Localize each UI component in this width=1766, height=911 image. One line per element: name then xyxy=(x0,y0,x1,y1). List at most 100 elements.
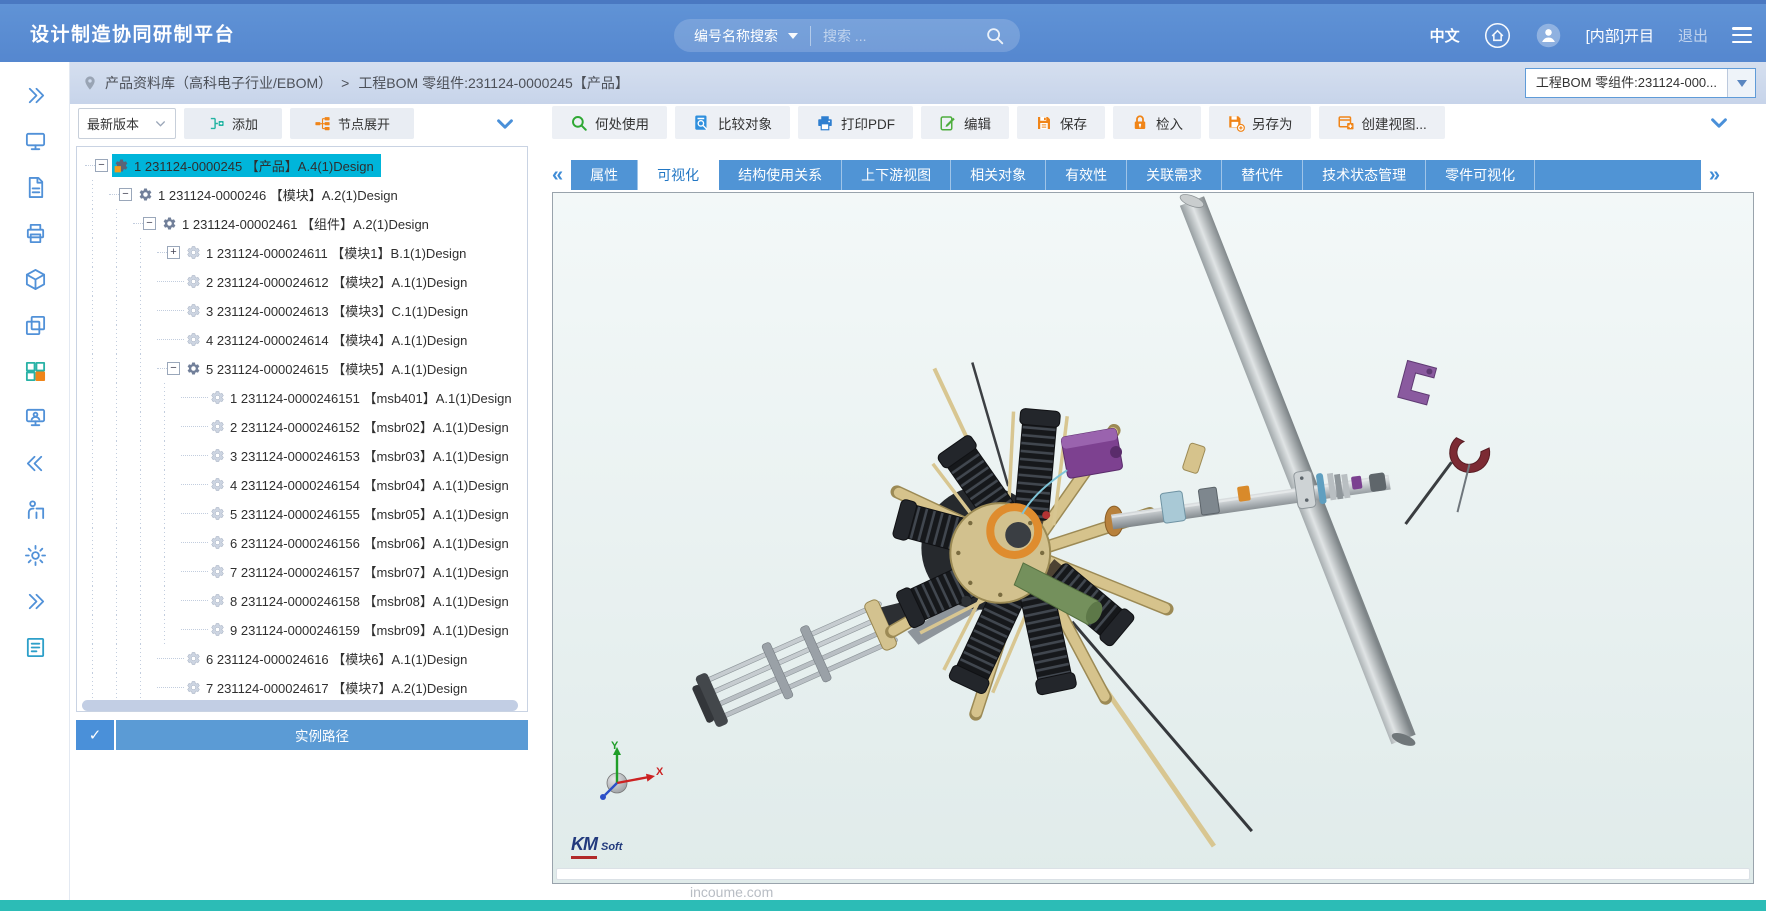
chevrons-left-icon[interactable] xyxy=(0,440,70,486)
where-used-button[interactable]: 何处使用 xyxy=(552,106,667,139)
tree-node-content[interactable]: 2 231124-000024612 【模块2】A.1(1)Design xyxy=(184,270,474,293)
tree-node[interactable]: 5 231124-0000246155 【msbr05】A.1(1)Design xyxy=(77,499,527,528)
tree-node[interactable]: −1 231124-00002461 【组件】A.2(1)Design xyxy=(77,209,527,238)
screen-share-icon[interactable] xyxy=(0,394,70,440)
tree-node[interactable]: −1 231124-0000246 【模块】A.2(1)Design xyxy=(77,180,527,209)
tree-node-content[interactable]: 1 231124-000024611 【模块1】B.1(1)Design xyxy=(184,241,473,264)
tab-part-visualization[interactable]: 零件可视化 xyxy=(1426,160,1535,190)
copy-icon[interactable] xyxy=(0,302,70,348)
edit-button[interactable]: 编辑 xyxy=(921,106,1009,139)
tree-node-content[interactable]: 1 231124-00002461 【组件】A.2(1)Design xyxy=(160,212,436,235)
tab-technical-state-management[interactable]: 技术状态管理 xyxy=(1303,160,1426,190)
tree-node-content[interactable]: 7 231124-000024617 【模块7】A.2(1)Design xyxy=(184,676,474,699)
tab-upstream-downstream-view[interactable]: 上下游视图 xyxy=(842,160,951,190)
add-button[interactable]: 添加 xyxy=(184,108,282,139)
user-icon[interactable] xyxy=(1535,22,1562,49)
breadcrumb-current[interactable]: 工程BOM 零组件:231124-0000245【产品】 xyxy=(358,73,629,93)
check-in-button[interactable]: 检入 xyxy=(1113,106,1201,139)
3d-model-canvas[interactable] xyxy=(553,193,1753,883)
chevrons-right-icon[interactable] xyxy=(0,72,70,118)
search-icon[interactable] xyxy=(984,25,1006,47)
tree-horizontal-scrollbar[interactable] xyxy=(82,700,518,711)
tree-node-content[interactable]: 1 231124-0000246151 【msb401】A.1(1)Design xyxy=(208,386,519,409)
tree-node[interactable]: 3 231124-000024613 【模块3】C.1(1)Design xyxy=(77,296,527,325)
instance-path-header[interactable]: 实例路径 xyxy=(116,720,528,750)
current-user[interactable]: [内部]开目 xyxy=(1586,25,1654,46)
tab-substitute-parts[interactable]: 替代件 xyxy=(1222,160,1303,190)
tree-node-content[interactable]: 7 231124-0000246157 【msbr07】A.1(1)Design xyxy=(208,560,516,583)
cube-icon[interactable] xyxy=(0,256,70,302)
tree-node-content[interactable]: 1 231124-0000245 【产品】A.4(1)Design xyxy=(112,154,381,177)
tree-node[interactable]: 1 231124-0000246151 【msb401】A.1(1)Design xyxy=(77,383,527,412)
collapse-node-icon[interactable]: − xyxy=(95,159,108,172)
document-icon[interactable] xyxy=(0,164,70,210)
chevrons-right-2-icon[interactable] xyxy=(0,578,70,624)
tree-node-content[interactable]: 3 231124-000024613 【模块3】C.1(1)Design xyxy=(184,299,475,322)
tab-scroll-left-icon[interactable]: « xyxy=(552,160,563,190)
tree-node[interactable]: 8 231124-0000246158 【msbr08】A.1(1)Design xyxy=(77,586,527,615)
tree-node-content[interactable]: 1 231124-0000246 【模块】A.2(1)Design xyxy=(136,183,405,206)
save-button[interactable]: 保存 xyxy=(1017,106,1105,139)
tree-node[interactable]: −1 231124-0000245 【产品】A.4(1)Design xyxy=(77,151,527,180)
monitor-icon[interactable] xyxy=(0,118,70,164)
printer-icon[interactable] xyxy=(0,210,70,256)
menu-icon[interactable] xyxy=(1732,27,1752,43)
collapse-node-icon[interactable]: − xyxy=(119,188,132,201)
tree-node[interactable]: 6 231124-000024616 【模块6】A.1(1)Design xyxy=(77,644,527,673)
home-icon[interactable] xyxy=(1484,22,1511,49)
tab-scroll-right-icon[interactable]: » xyxy=(1709,160,1720,190)
save-as-button[interactable]: 另存为 xyxy=(1209,106,1311,139)
tree-node-content[interactable]: 6 231124-000024616 【模块6】A.1(1)Design xyxy=(184,647,474,670)
tree-node[interactable]: +1 231124-000024611 【模块1】B.1(1)Design xyxy=(77,238,527,267)
search-category-select[interactable]: 编号名称搜索 xyxy=(674,26,778,46)
language-button[interactable]: 中文 xyxy=(1430,25,1460,46)
viewer-horizontal-scrollbar[interactable] xyxy=(556,868,1750,880)
version-select[interactable]: 最新版本 xyxy=(78,108,176,139)
compare-object-button[interactable]: 比较对象 xyxy=(675,106,790,139)
tree-node[interactable]: −5 231124-000024615 【模块5】A.1(1)Design xyxy=(77,354,527,383)
toolbar-more-chevron[interactable] xyxy=(1708,112,1730,134)
dashboard-icon[interactable] xyxy=(0,348,70,394)
tree-node-content[interactable]: 6 231124-0000246156 【msbr06】A.1(1)Design xyxy=(208,531,516,554)
tree-node[interactable]: 7 231124-0000246157 【msbr07】A.1(1)Design xyxy=(77,557,527,586)
tab-visualization[interactable]: 可视化 xyxy=(638,160,719,190)
gear-icon[interactable] xyxy=(0,532,70,578)
tab-properties[interactable]: 属性 xyxy=(571,160,638,190)
tree-node[interactable]: 9 231124-0000246159 【msbr09】A.1(1)Design xyxy=(77,615,527,644)
tree-node-content[interactable]: 5 231124-0000246155 【msbr05】A.1(1)Design xyxy=(208,502,516,525)
tab-related-objects[interactable]: 相关对象 xyxy=(951,160,1046,190)
node-expand-button[interactable]: 节点展开 xyxy=(290,108,414,139)
tree-node[interactable]: 2 231124-0000246152 【msbr02】A.1(1)Design xyxy=(77,412,527,441)
tree-node-content[interactable]: 4 231124-0000246154 【msbr04】A.1(1)Design xyxy=(208,473,516,496)
tree-node[interactable]: 4 231124-0000246154 【msbr04】A.1(1)Design xyxy=(77,470,527,499)
breadcrumb-root[interactable]: 产品资料库（高科电子行业/EBOM） xyxy=(105,73,332,93)
collapse-node-icon[interactable]: − xyxy=(143,217,156,230)
workstation-icon[interactable] xyxy=(0,486,70,532)
tree-node[interactable]: 6 231124-0000246156 【msbr06】A.1(1)Design xyxy=(77,528,527,557)
print-pdf-button[interactable]: 打印PDF xyxy=(798,106,913,139)
tab-structure-usage-relation[interactable]: 结构使用关系 xyxy=(719,160,842,190)
tree-collapse-chevron[interactable] xyxy=(494,113,516,135)
chevron-down-icon[interactable] xyxy=(1727,69,1755,97)
form-icon[interactable] xyxy=(0,624,70,670)
tree-node-content[interactable]: 2 231124-0000246152 【msbr02】A.1(1)Design xyxy=(208,415,516,438)
tree-node-content[interactable]: 5 231124-000024615 【模块5】A.1(1)Design xyxy=(184,357,474,380)
tree-node[interactable]: 3 231124-0000246153 【msbr03】A.1(1)Design xyxy=(77,441,527,470)
search-input[interactable] xyxy=(811,28,984,44)
expand-node-icon[interactable]: + xyxy=(167,246,180,259)
tree-node[interactable]: 2 231124-000024612 【模块2】A.1(1)Design xyxy=(77,267,527,296)
logout-button[interactable]: 退出 xyxy=(1678,25,1708,46)
tree-node-content[interactable]: 3 231124-0000246153 【msbr03】A.1(1)Design xyxy=(208,444,516,467)
context-object-select[interactable]: 工程BOM 零组件:231124-000... xyxy=(1525,68,1756,98)
chevron-down-icon[interactable] xyxy=(788,33,798,39)
tree-node[interactable]: 7 231124-000024617 【模块7】A.2(1)Design xyxy=(77,673,527,702)
collapse-node-icon[interactable]: − xyxy=(167,362,180,375)
tree-node-content[interactable]: 8 231124-0000246158 【msbr08】A.1(1)Design xyxy=(208,589,516,612)
create-view-button[interactable]: 创建视图... xyxy=(1319,106,1445,139)
instance-path-checkbox[interactable]: ✓ xyxy=(76,720,114,750)
tree-node-content[interactable]: 4 231124-000024614 【模块4】A.1(1)Design xyxy=(184,328,474,351)
tab-related-requirements[interactable]: 关联需求 xyxy=(1127,160,1222,190)
tree-node-content[interactable]: 9 231124-0000246159 【msbr09】A.1(1)Design xyxy=(208,618,516,641)
tree-node[interactable]: 4 231124-000024614 【模块4】A.1(1)Design xyxy=(77,325,527,354)
tab-effectivity[interactable]: 有效性 xyxy=(1046,160,1127,190)
